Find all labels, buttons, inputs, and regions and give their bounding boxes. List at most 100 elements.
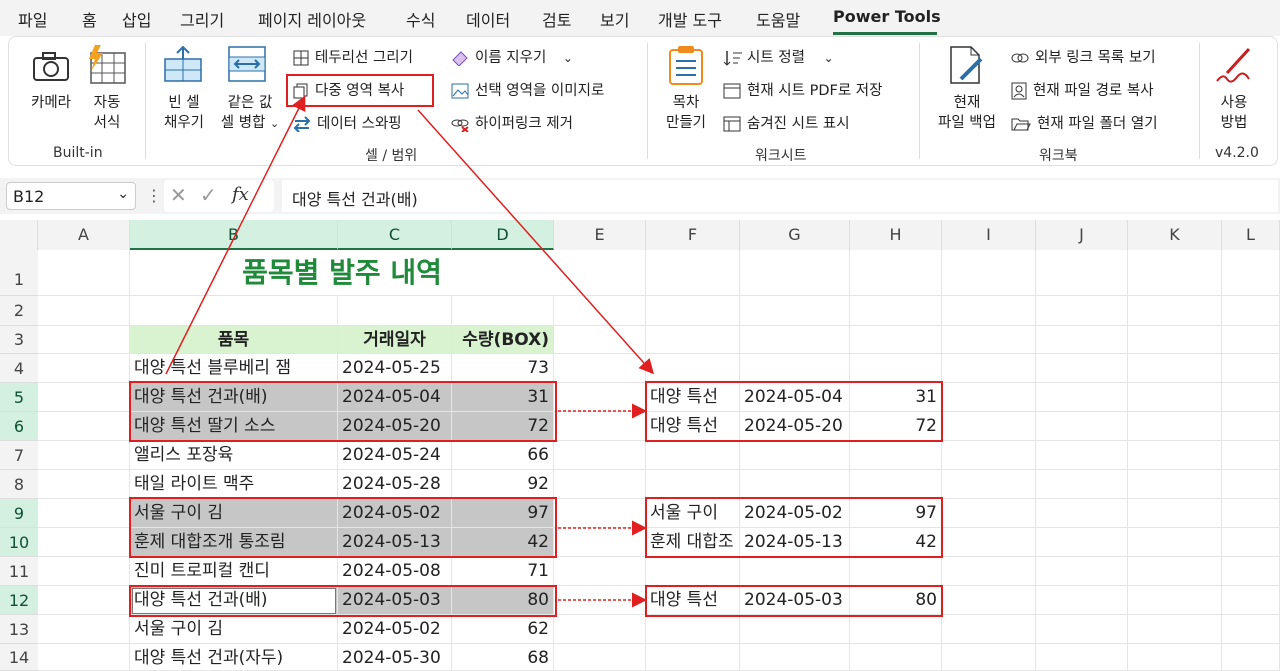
grid-cell[interactable]	[1128, 586, 1222, 615]
grid-cell[interactable]	[646, 644, 740, 671]
grid-cell[interactable]	[1222, 615, 1280, 644]
row-header-5[interactable]: 5	[0, 383, 38, 412]
grid-cell[interactable]	[554, 499, 646, 528]
row-header-11[interactable]: 11	[0, 557, 38, 586]
auto-format-button[interactable]: 자동 서식	[83, 93, 131, 133]
grid-cell[interactable]	[1128, 528, 1222, 557]
grid-cell[interactable]	[1222, 586, 1280, 615]
grid-cell[interactable]	[38, 326, 130, 354]
grid-cell[interactable]	[1128, 615, 1222, 644]
camera-button[interactable]: 카메라	[23, 93, 79, 113]
column-header-C[interactable]: C	[338, 220, 452, 250]
grid-cell[interactable]	[850, 250, 942, 296]
cancel-icon[interactable]: ✕	[170, 183, 187, 207]
grid-cell[interactable]	[1036, 250, 1128, 296]
grid-cell[interactable]	[850, 354, 942, 383]
tab-3[interactable]: 그리기	[180, 7, 224, 31]
formula-input[interactable]: 대양 특선 건과(배)	[282, 180, 1278, 212]
grid-cell[interactable]	[1036, 441, 1128, 470]
grid-cell[interactable]	[554, 528, 646, 557]
grid-cell[interactable]	[554, 326, 646, 354]
confirm-icon[interactable]: ✓	[200, 183, 217, 207]
grid-cell[interactable]	[942, 296, 1036, 326]
grid-cell[interactable]	[1036, 557, 1128, 586]
grid-cell[interactable]	[1036, 470, 1128, 499]
grid-cell[interactable]	[554, 250, 646, 296]
grid-cell[interactable]	[646, 557, 740, 586]
cell[interactable]: 2024-05-13	[338, 528, 452, 557]
toc-button[interactable]: 목차 만들기	[657, 93, 715, 133]
external-links-button[interactable]: 외부 링크 목록 보기	[1011, 48, 1156, 68]
usage-button[interactable]: 사용 방법	[1209, 93, 1259, 133]
active-cell[interactable]: 대양 특선 건과(배)	[130, 586, 338, 615]
cell[interactable]: 서울 구이 김	[130, 499, 338, 528]
grid-cell[interactable]	[1128, 296, 1222, 326]
grid-cell[interactable]	[554, 557, 646, 586]
cell[interactable]: 서울 구이 김	[130, 615, 338, 644]
pasted-cell[interactable]: 대양 특선	[646, 586, 740, 615]
grid-cell[interactable]	[38, 586, 130, 615]
grid-cell[interactable]	[1128, 250, 1222, 296]
grid-cell[interactable]	[1222, 354, 1280, 383]
cell[interactable]: 2024-05-24	[338, 441, 452, 470]
pdf-save-button[interactable]: 현재 시트 PDF로 저장	[723, 81, 882, 101]
row-header-9[interactable]: 9	[0, 499, 38, 528]
grid-cell[interactable]	[38, 528, 130, 557]
column-header-E[interactable]: E	[554, 220, 646, 250]
row-header-10[interactable]: 10	[0, 528, 38, 557]
grid-cell[interactable]	[942, 499, 1036, 528]
cell[interactable]: 97	[452, 499, 554, 528]
grid-cell[interactable]	[740, 615, 850, 644]
grid-cell[interactable]	[740, 441, 850, 470]
pasted-cell[interactable]: 대양 특선	[646, 412, 740, 441]
grid-cell[interactable]	[1222, 499, 1280, 528]
function-icon[interactable]: fx	[232, 184, 249, 205]
file-backup-button[interactable]: 현재 파일 백업	[927, 93, 1007, 133]
grid-cell[interactable]	[646, 615, 740, 644]
grid-cell[interactable]	[1128, 441, 1222, 470]
tab-1[interactable]: 홈	[82, 7, 97, 31]
column-header-A[interactable]: A	[38, 220, 130, 250]
grid-cell[interactable]	[1036, 615, 1128, 644]
tab-11[interactable]: Power Tools	[833, 7, 941, 26]
grid-cell[interactable]	[850, 326, 942, 354]
column-header-H[interactable]: H	[850, 220, 942, 250]
row-header-12[interactable]: 12	[0, 586, 38, 615]
grid-cell[interactable]	[942, 586, 1036, 615]
row-header-14[interactable]: 14	[0, 644, 38, 671]
pasted-cell[interactable]: 서울 구이	[646, 499, 740, 528]
name-box[interactable]: B12 ⌄	[6, 182, 136, 210]
grid-cell[interactable]	[1222, 326, 1280, 354]
grid-cell[interactable]	[850, 296, 942, 326]
grid-cell[interactable]	[646, 250, 740, 296]
column-header-B[interactable]: B	[130, 220, 338, 250]
column-header-K[interactable]: K	[1128, 220, 1222, 250]
grid-cell[interactable]	[38, 383, 130, 412]
grid-cell[interactable]	[646, 470, 740, 499]
row-header-3[interactable]: 3	[0, 326, 38, 354]
table-header[interactable]: 품목	[130, 326, 338, 354]
tab-2[interactable]: 삽입	[122, 7, 151, 31]
grid-cell[interactable]	[740, 250, 850, 296]
cell[interactable]: 80	[452, 586, 554, 615]
multi-copy-button[interactable]: 다중 영역 복사	[293, 81, 404, 101]
grid-cell[interactable]	[38, 354, 130, 383]
grid-cell[interactable]	[646, 296, 740, 326]
table-header[interactable]: 수량(BOX)	[452, 326, 554, 354]
grid-cell[interactable]	[1222, 470, 1280, 499]
cell[interactable]: 2024-05-02	[338, 615, 452, 644]
hyperlink-remove-button[interactable]: 하이퍼링크 제거	[451, 114, 573, 134]
sheet-sort-button[interactable]: 시트 정렬 ⌄	[723, 48, 834, 68]
more-icon[interactable]: ⋮	[146, 186, 162, 205]
pasted-cell[interactable]: 2024-05-02	[740, 499, 850, 528]
pasted-cell[interactable]: 2024-05-04	[740, 383, 850, 412]
merge-same-button[interactable]: 같은 값셀 병합 ⌄	[215, 93, 285, 134]
cell[interactable]: 66	[452, 441, 554, 470]
grid-cell[interactable]	[38, 470, 130, 499]
column-header-F[interactable]: F	[646, 220, 740, 250]
cell[interactable]: 앨리스 포장육	[130, 441, 338, 470]
pasted-cell[interactable]: 80	[850, 586, 942, 615]
grid-cell[interactable]	[942, 470, 1036, 499]
pasted-cell[interactable]: 2024-05-13	[740, 528, 850, 557]
grid-cell[interactable]	[1036, 412, 1128, 441]
